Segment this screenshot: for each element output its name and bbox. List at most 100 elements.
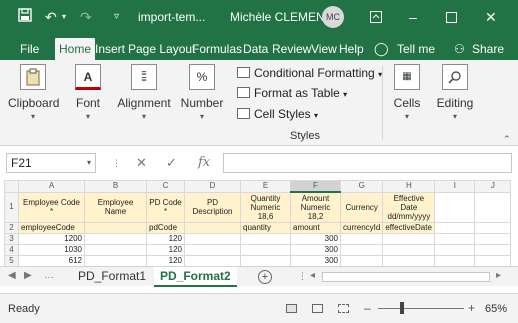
zoom-level[interactable]: 65%: [485, 303, 507, 315]
customize-toolbar-icon[interactable]: ▿: [114, 8, 119, 26]
cell-h1[interactable]: Effective Date dd/mm/yyyy: [382, 191, 436, 223]
column-header-i[interactable]: I: [434, 180, 476, 193]
cell-d3[interactable]: [184, 232, 241, 245]
tab-view[interactable]: View: [311, 38, 337, 60]
ribbon-display-options-icon[interactable]: [370, 9, 382, 27]
cell-a2[interactable]: employeeCode: [18, 221, 85, 234]
cell-b4[interactable]: [84, 243, 147, 256]
cell-h3[interactable]: [382, 232, 436, 245]
cell-j5[interactable]: [474, 254, 512, 266]
format-as-table-button[interactable]: Format as Table ▾: [237, 86, 347, 100]
formula-input[interactable]: [223, 153, 512, 173]
cell-g2[interactable]: currencyId: [339, 221, 384, 234]
cell-j3[interactable]: [474, 232, 512, 245]
row-header[interactable]: 2: [4, 221, 19, 234]
cell-f5[interactable]: 300: [290, 254, 341, 266]
tell-me-search[interactable]: Tell me: [397, 38, 435, 60]
minimize-icon[interactable]: –: [409, 8, 417, 26]
tab-help[interactable]: Help: [339, 38, 364, 60]
cancel-icon[interactable]: ✕: [136, 155, 147, 171]
maximize-icon[interactable]: [446, 9, 457, 27]
column-header-g[interactable]: G: [339, 180, 384, 193]
column-header-h[interactable]: H: [382, 180, 436, 193]
select-all-corner[interactable]: [4, 180, 19, 193]
row-header[interactable]: 5: [4, 254, 19, 266]
cell-d5[interactable]: [184, 254, 241, 266]
row-header[interactable]: 1: [4, 191, 19, 223]
cell-d4[interactable]: [184, 243, 241, 256]
font-group[interactable]: A Font ▾: [70, 64, 106, 121]
page-layout-view-icon[interactable]: [312, 304, 323, 313]
cell-c3[interactable]: 120: [146, 232, 185, 245]
cell-a5[interactable]: 612: [18, 254, 85, 266]
cell-b3[interactable]: [84, 232, 147, 245]
column-header-j[interactable]: J: [474, 180, 512, 193]
cell-i4[interactable]: [434, 243, 476, 256]
add-sheet-icon[interactable]: +: [258, 270, 272, 284]
cell-e1[interactable]: Quantity Numeric 18,6: [240, 191, 291, 223]
collapse-ribbon-icon[interactable]: ⌃: [503, 134, 511, 145]
more-sheets-icon[interactable]: …: [44, 270, 54, 281]
cell-a4[interactable]: 1030: [18, 243, 85, 256]
column-header-c[interactable]: C: [146, 180, 185, 193]
number-group[interactable]: % Number ▾: [180, 64, 224, 121]
sheet-tab-pd-format1[interactable]: PD_Format1: [72, 267, 152, 287]
row-header[interactable]: 4: [4, 243, 19, 256]
cell-h4[interactable]: [382, 243, 436, 256]
avatar[interactable]: MC: [322, 6, 344, 28]
share-button[interactable]: Share: [472, 38, 504, 60]
zoom-slider[interactable]: [378, 308, 464, 309]
scroll-left-icon[interactable]: ◂: [310, 270, 315, 281]
cell-e2[interactable]: quantity: [240, 221, 291, 234]
editing-group[interactable]: Editing ▾: [436, 64, 474, 121]
tab-page-layout[interactable]: Page Layout: [128, 38, 195, 60]
cell-a1[interactable]: Employee Code *: [18, 191, 85, 223]
row-header[interactable]: 3: [4, 232, 19, 245]
cell-h5[interactable]: [382, 254, 436, 266]
cell-j1[interactable]: [474, 191, 512, 223]
tab-review[interactable]: Review: [272, 38, 311, 60]
cell-b1[interactable]: Employee Name: [84, 191, 147, 223]
tab-split-handle[interactable]: ⋮: [298, 271, 307, 282]
cell-f1[interactable]: Amount Numeric 18,2: [290, 191, 341, 223]
cell-i3[interactable]: [434, 232, 476, 245]
alignment-group[interactable]: ≡ ≡ Alignment ▾: [116, 64, 172, 121]
cell-b5[interactable]: [84, 254, 147, 266]
cell-g4[interactable]: [339, 243, 384, 256]
cell-i1[interactable]: [434, 191, 476, 223]
tab-home[interactable]: Home: [55, 38, 96, 60]
cell-j4[interactable]: [474, 243, 512, 256]
column-header-a[interactable]: A: [18, 180, 85, 193]
tab-insert[interactable]: Insert: [95, 38, 125, 60]
cell-e3[interactable]: [240, 232, 291, 245]
next-sheet-icon[interactable]: ▶: [24, 270, 32, 281]
cell-f2[interactable]: amount: [290, 221, 341, 234]
conditional-formatting-button[interactable]: Conditional Formatting ▾: [237, 66, 382, 80]
cell-g3[interactable]: [339, 232, 384, 245]
zoom-in-icon[interactable]: +: [468, 301, 475, 315]
zoom-slider-thumb[interactable]: [400, 302, 404, 314]
cell-e4[interactable]: [240, 243, 291, 256]
tab-formulas[interactable]: Formulas: [192, 38, 242, 60]
more-options-icon[interactable]: ⋮: [112, 158, 121, 169]
chevron-down-icon[interactable]: ▾: [87, 154, 91, 172]
cell-b2[interactable]: [84, 221, 147, 234]
cells-group[interactable]: ▦ Cells ▾: [392, 64, 422, 121]
cell-h2[interactable]: effectiveDate: [382, 221, 436, 234]
cell-f4[interactable]: 300: [290, 243, 341, 256]
cell-d1[interactable]: PD Description: [184, 191, 241, 223]
enter-icon[interactable]: ✓: [166, 155, 177, 171]
column-header-b[interactable]: B: [84, 180, 147, 193]
user-name[interactable]: Michèle CLEMENT: [230, 10, 332, 24]
worksheet-table[interactable]: ABCDEFGHIJ 1 Employee Code * Employee Name…: [4, 180, 512, 266]
close-icon[interactable]: ✕: [485, 8, 497, 26]
redo-icon[interactable]: ↷: [80, 8, 92, 26]
zoom-out-icon[interactable]: –: [364, 301, 371, 315]
prev-sheet-icon[interactable]: ◀: [8, 270, 16, 281]
cell-j2[interactable]: [474, 221, 512, 234]
worksheet-grid[interactable]: ABCDEFGHIJ 1 Employee Code * Employee Name…: [0, 180, 518, 266]
save-icon[interactable]: [18, 8, 32, 26]
scroll-right-icon[interactable]: ▸: [496, 270, 501, 281]
undo-dropdown-icon[interactable]: ▾: [62, 8, 66, 26]
tab-data[interactable]: Data: [243, 38, 268, 60]
